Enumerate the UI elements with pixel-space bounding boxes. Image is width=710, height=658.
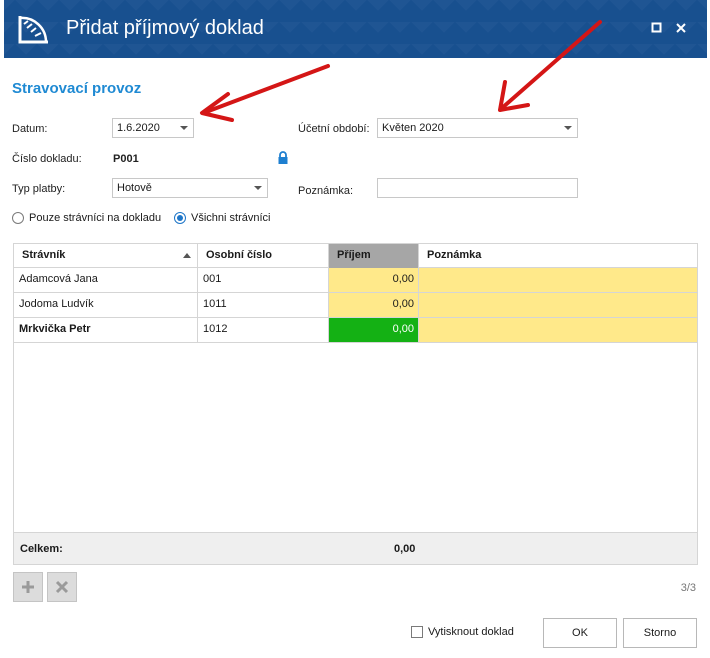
column-header-stravnik[interactable]: Strávník [14, 244, 198, 268]
add-row-button[interactable] [13, 572, 43, 602]
maximize-icon [651, 22, 662, 33]
cell-poznamka[interactable] [419, 293, 697, 317]
record-pager: 3/3 [680, 582, 696, 594]
radio-circle-selected [174, 212, 186, 224]
checkbox-box [411, 626, 423, 638]
cell-stravnik[interactable]: Jodoma Ludvík [14, 293, 198, 317]
column-header-osobni-cislo[interactable]: Osobní číslo [198, 244, 329, 268]
obdobi-select[interactable]: Květen 2020 [377, 118, 578, 138]
window-titlebar: Přidat příjmový doklad [4, 0, 707, 58]
datum-datepicker[interactable]: 1.6.2020 [112, 118, 194, 138]
cell-poznamka[interactable] [419, 268, 697, 292]
cell-osobni-cislo[interactable]: 1011 [198, 293, 329, 317]
chevron-down-icon [564, 126, 572, 130]
sort-ascending-icon [183, 253, 191, 258]
plus-icon [22, 581, 34, 593]
cell-poznamka[interactable] [419, 318, 697, 342]
print-document-checkbox[interactable]: Vytisknout doklad [411, 626, 514, 638]
chevron-down-icon [180, 126, 188, 130]
section-title: Stravovací provoz [12, 80, 142, 97]
poznamka-input[interactable] [377, 178, 578, 198]
cislo-value: P001 [113, 153, 139, 165]
datum-value: 1.6.2020 [117, 122, 160, 134]
summary-total: 0,00 [394, 543, 416, 555]
obdobi-label: Účetní období: [298, 123, 370, 135]
obdobi-value: Květen 2020 [382, 122, 444, 134]
datum-label: Datum: [12, 123, 48, 135]
table-row[interactable]: Jodoma Ludvík 1011 0,00 [14, 293, 697, 318]
summary-label: Celkem: [20, 543, 63, 555]
cancel-button[interactable]: Storno [623, 618, 697, 648]
column-header-prijem[interactable]: Příjem [329, 244, 419, 268]
typ-platby-value: Hotově [117, 182, 152, 194]
grid-header: Strávník Osobní číslo Příjem Poznámka [14, 244, 697, 268]
table-row-selected[interactable]: Mrkvička Petr 1012 0,00 [14, 318, 697, 343]
column-header-poznamka[interactable]: Poznámka [419, 244, 697, 268]
cell-prijem-active[interactable]: 0,00 [329, 318, 419, 342]
checkbox-label: Vytisknout doklad [428, 626, 514, 638]
delete-x-icon [55, 580, 69, 594]
delete-row-button[interactable] [47, 572, 77, 602]
radio-label: Všichni strávníci [191, 212, 271, 224]
radio-circle [12, 212, 24, 224]
typ-platby-label: Typ platby: [12, 183, 66, 195]
cell-osobni-cislo[interactable]: 1012 [198, 318, 329, 342]
radio-pouze-stravnici[interactable]: Pouze strávníci na dokladu [12, 212, 161, 224]
annotation-arrow-left [200, 64, 330, 122]
cell-prijem[interactable]: 0,00 [329, 268, 419, 292]
cell-prijem[interactable]: 0,00 [329, 293, 419, 317]
lock-icon [278, 151, 288, 164]
cislo-label: Číslo dokladu: [12, 153, 82, 165]
window-title: Přidat příjmový doklad [66, 17, 264, 39]
radio-vsichni-stravnici[interactable]: Všichni strávníci [174, 212, 270, 224]
cell-stravnik[interactable]: Mrkvička Petr [14, 318, 198, 342]
grid-summary-row: Celkem: 0,00 [14, 532, 697, 564]
cell-stravnik[interactable]: Adamcová Jana [14, 268, 198, 292]
chevron-down-icon [254, 186, 262, 190]
cell-osobni-cislo[interactable]: 001 [198, 268, 329, 292]
ok-button[interactable]: OK [543, 618, 617, 648]
close-icon [676, 23, 686, 33]
maximize-button[interactable] [647, 18, 667, 38]
typ-platby-select[interactable]: Hotově [112, 178, 268, 198]
stravnici-grid[interactable]: Strávník Osobní číslo Příjem Poznámka Ad… [13, 243, 698, 565]
radio-label: Pouze strávníci na dokladu [29, 212, 162, 224]
close-button[interactable] [671, 18, 691, 38]
app-logo-icon [18, 16, 48, 44]
table-row[interactable]: Adamcová Jana 001 0,00 [14, 268, 697, 293]
poznamka-label: Poznámka: [298, 185, 354, 197]
